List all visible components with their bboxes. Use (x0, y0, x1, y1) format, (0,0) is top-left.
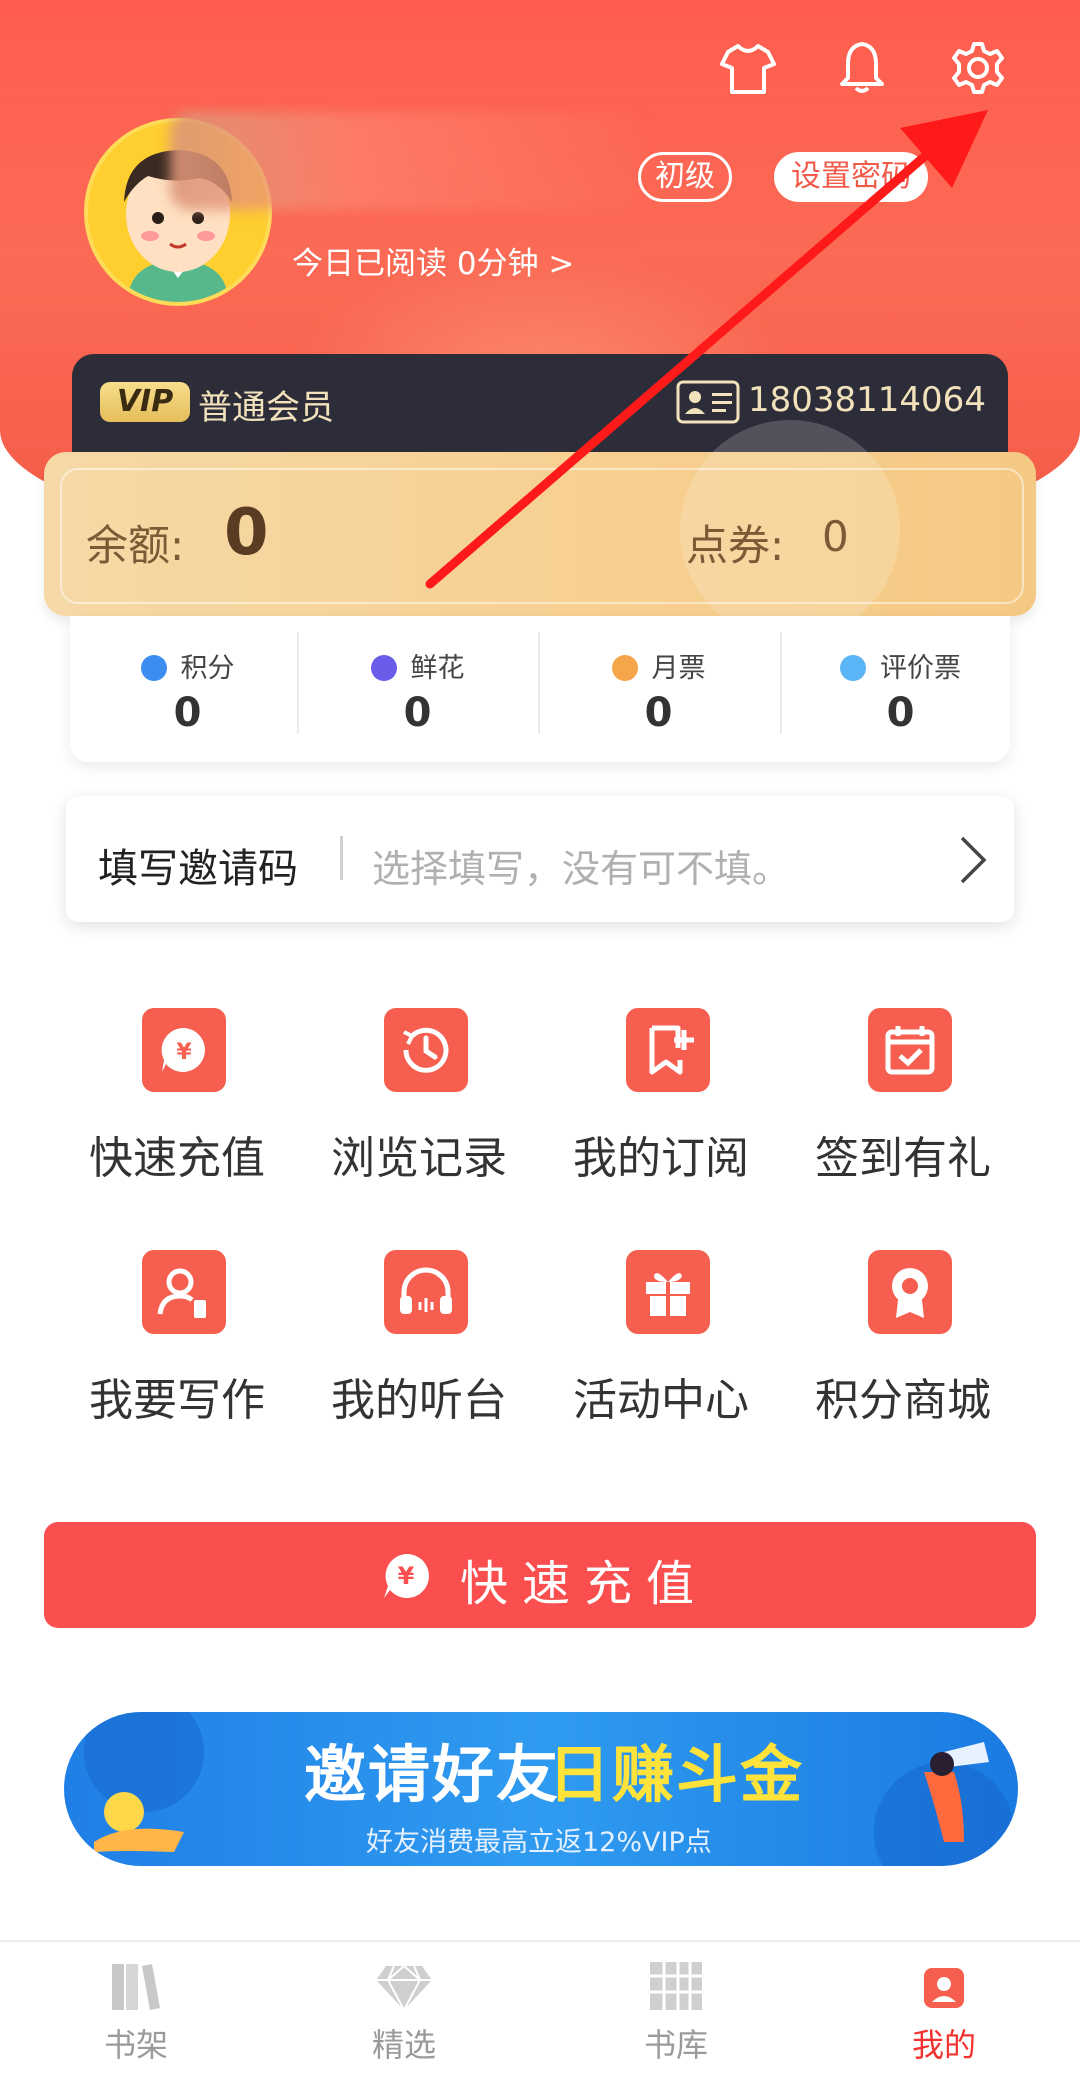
stat-value: 0 (886, 690, 915, 736)
blurred-username (170, 112, 640, 210)
tab-mine[interactable]: 我的 (884, 2020, 1004, 2066)
settings-gear-icon[interactable] (948, 38, 1008, 98)
grid-label: 浏览记录 (331, 1133, 507, 1184)
grid-item-writing[interactable]: 我要写作 (56, 1250, 298, 1450)
phone-number: 18038114064 (748, 380, 986, 420)
profile-icon[interactable] (914, 1958, 974, 2014)
id-card-icon (676, 380, 740, 424)
svg-text:¥: ¥ (176, 1040, 192, 1065)
stat-label: 鲜花 (410, 653, 465, 684)
grid-item-activity-center[interactable]: 活动中心 (540, 1250, 782, 1450)
level-badge: 初级 (638, 152, 732, 202)
grid-item-history[interactable]: 浏览记录 (298, 1008, 540, 1208)
vip-badge: VIP (100, 382, 190, 422)
tab-bookshelf[interactable]: 书架 (76, 2020, 196, 2066)
chevron-right-icon[interactable] (958, 834, 988, 890)
headphones-icon (384, 1250, 468, 1334)
points-mall-icon (868, 1250, 952, 1334)
notification-bell-icon[interactable] (832, 38, 892, 98)
balance-card-border (60, 468, 1024, 604)
divider (340, 836, 343, 880)
banner-title-yellow: 日赚斗金 (548, 1738, 805, 1811)
yuan-bubble-icon: ¥ (380, 1550, 432, 1606)
stat-points[interactable]: 积分 0 (70, 616, 305, 762)
grid-label: 我要写作 (89, 1375, 265, 1426)
divider (538, 632, 540, 734)
stat-value: 0 (644, 690, 673, 736)
stat-monthly-ticket[interactable]: 月票 0 (541, 616, 776, 762)
flower-icon (370, 655, 397, 681)
tab-featured[interactable]: 精选 (344, 2020, 464, 2066)
coupon-value: 0 (822, 512, 849, 561)
grid-label: 签到有礼 (815, 1133, 991, 1184)
bookshelf-icon[interactable] (106, 1958, 166, 2014)
grid-item-subscription[interactable]: 我的订阅 (540, 1008, 782, 1208)
divider (780, 632, 782, 734)
grid-item-recharge[interactable]: ¥ 快速充值 (56, 1008, 298, 1208)
balance-value: 0 (224, 496, 269, 570)
coupon-label: 点券: (686, 521, 785, 570)
vip-tier: 普通会员 (198, 388, 334, 428)
library-icon[interactable] (646, 1958, 706, 2014)
points-icon (140, 655, 167, 681)
grid-item-checkin[interactable]: 签到有礼 (782, 1008, 1024, 1208)
svg-text:¥: ¥ (398, 1562, 415, 1590)
monthly-ticket-icon (611, 655, 638, 681)
grid-label: 我的订阅 (573, 1133, 749, 1184)
divider (297, 632, 299, 734)
stat-label: 月票 (651, 653, 706, 684)
stat-label: 评价票 (880, 653, 961, 684)
review-ticket-icon (840, 655, 866, 681)
tab-library[interactable]: 书库 (616, 2020, 736, 2066)
theme-shirt-icon[interactable] (718, 38, 778, 98)
gift-icon (626, 1250, 710, 1334)
balance-label: 余额: (86, 521, 185, 570)
recharge-icon: ¥ (142, 1008, 226, 1092)
stat-flowers[interactable]: 鲜花 0 (300, 616, 535, 762)
grid-label: 活动中心 (573, 1375, 749, 1426)
stat-value: 0 (173, 690, 202, 736)
grid-item-points-mall[interactable]: 积分商城 (782, 1250, 1024, 1450)
history-icon (384, 1008, 468, 1092)
writer-icon (142, 1250, 226, 1334)
invite-code-input[interactable]: 选择填写，没有可不填。 (372, 838, 790, 893)
stat-value: 0 (403, 690, 432, 736)
stat-label: 积分 (180, 653, 235, 684)
invite-code-label: 填写邀请码 (98, 846, 298, 892)
banner-subtitle: 好友消费最高立返12%VIP点 (366, 1827, 712, 1858)
grid-label: 快速充值 (89, 1133, 265, 1184)
grid-label: 积分商城 (815, 1375, 991, 1426)
stat-review-ticket[interactable]: 评价票 0 (783, 616, 1018, 762)
reading-time-link[interactable]: 今日已阅读 0分钟 > (292, 238, 574, 283)
subscription-icon (626, 1008, 710, 1092)
quick-recharge-label: 快速充值 (460, 1556, 709, 1612)
grid-label: 我的听台 (331, 1375, 507, 1426)
set-password-button[interactable]: 设置密码 (774, 152, 928, 202)
diamond-icon[interactable] (374, 1958, 434, 2014)
checkin-icon (868, 1008, 952, 1092)
banner-title-white: 邀请好友 (304, 1738, 561, 1811)
grid-item-listening[interactable]: 我的听台 (298, 1250, 540, 1450)
